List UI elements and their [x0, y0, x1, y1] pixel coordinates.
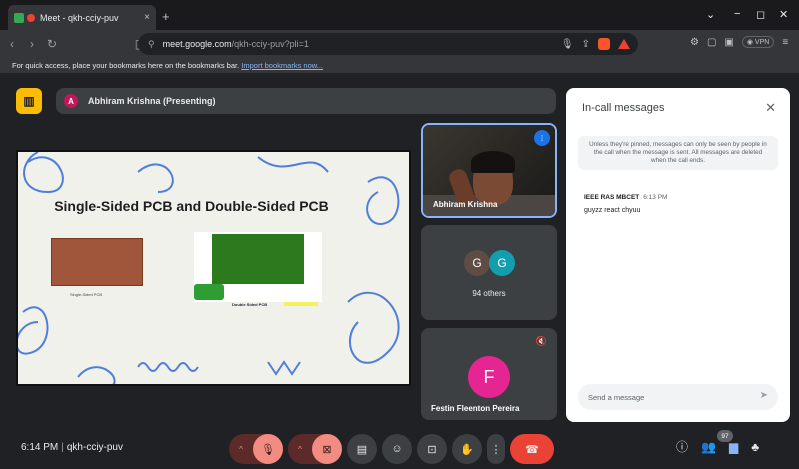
reload-icon[interactable]: ↻	[44, 37, 60, 51]
captions-icon: ▤	[356, 443, 368, 456]
speaker-tile[interactable]: ⁞ Abhiram Krishna	[421, 123, 557, 218]
mic-indicator-icon[interactable]: 🎙	[561, 39, 574, 50]
camera-off-icon[interactable]: ⊠	[312, 434, 342, 464]
mic-off-icon[interactable]: 🎙	[253, 434, 283, 464]
emoji-button[interactable]: ☺	[382, 434, 412, 464]
chat-title: In-call messages	[582, 102, 665, 114]
highlight-mark	[284, 302, 318, 306]
speaking-indicator-icon: ⁞	[534, 130, 550, 146]
emoji-icon: ☺	[391, 443, 403, 455]
separator: |	[61, 442, 64, 453]
meet-favicon-icon	[14, 12, 24, 23]
new-tab-button[interactable]: +	[162, 9, 170, 24]
building-icon: ▥	[23, 94, 35, 108]
more-options-button[interactable]: ⋮	[487, 434, 505, 464]
address-bar[interactable]: ⚲ meet.google.com /qkh-cciy-puv?pli=1 🎙 …	[138, 33, 638, 55]
present-button[interactable]: ⊡	[417, 434, 447, 464]
bookmarks-hint: For quick access, place your bookmarks h…	[12, 61, 240, 70]
vpn-button[interactable]: ◉ VPN	[741, 36, 775, 48]
chat-notice: Unless they're pinned, messages can only…	[578, 136, 778, 170]
meeting-toolbar: 6:14 PM | qkh-cciy-puv ^ 🎙 ^ ⊠ ▤ ☺ ⊡ ✋ ⋮ ☎…	[0, 430, 799, 469]
present-icon: ⊡	[427, 443, 437, 456]
double-sided-caption: Double Sided PCB	[232, 302, 268, 307]
avatar: G	[489, 250, 515, 276]
speaker-name: Abhiram Krishna	[433, 200, 498, 209]
site-settings-icon[interactable]: ⚲	[148, 39, 155, 50]
meeting-info: 6:14 PM | qkh-cciy-puv	[21, 442, 123, 453]
share-icon[interactable]: ⇪	[582, 39, 590, 50]
more-vert-icon: ⋮	[490, 443, 502, 456]
chevron-up-icon[interactable]: ^	[229, 434, 253, 464]
raise-hand-button[interactable]: ✋	[452, 434, 482, 464]
browser-chrome: Meet - qkh-cciy-puv × + ⌄ − ◻ ✕ ‹ › ↻ ▯ …	[0, 0, 799, 74]
leave-call-button[interactable]: ☎	[510, 434, 554, 464]
message-placeholder: Send a message	[588, 392, 645, 402]
window-close-button[interactable]: ✕	[779, 8, 788, 21]
message-input[interactable]: Send a message ➤	[578, 384, 778, 410]
menu-icon[interactable]: ≡	[782, 37, 788, 48]
chat-icon[interactable]: ▆	[729, 440, 738, 454]
extensions-icon[interactable]: ⚙	[690, 37, 699, 48]
avatar: G	[464, 250, 490, 276]
single-sided-caption: Single-Sided PCB	[70, 292, 103, 297]
brave-shields-icon[interactable]	[598, 38, 610, 50]
meeting-code: qkh-cciy-puv	[66, 442, 123, 453]
bookmarks-bar: For quick access, place your bookmarks h…	[0, 58, 799, 74]
minimize-button[interactable]: −	[734, 8, 740, 20]
message-text: guyzz react chyuu	[584, 207, 641, 214]
clock-time: 6:14 PM	[21, 442, 59, 453]
single-sided-pcb-image	[51, 238, 143, 286]
people-count-badge: 97	[717, 430, 733, 442]
message-time: 6:13 PM	[643, 194, 668, 201]
phone-hangup-icon: ☎	[525, 443, 539, 456]
presenter-label: Abhiram Krishna (Presenting)	[88, 96, 216, 106]
chevron-down-icon[interactable]: ⌄	[706, 8, 715, 21]
presenter-bar: A Abhiram Krishna (Presenting)	[56, 88, 556, 114]
slide-title: Single-Sided PCB and Double-Sided PCB	[54, 198, 329, 214]
send-icon[interactable]: ➤	[760, 390, 768, 401]
wallet-icon[interactable]: ▣	[724, 37, 733, 48]
brave-rewards-icon[interactable]	[618, 39, 630, 49]
hand-icon: ✋	[460, 443, 474, 456]
meeting-details-button[interactable]: ▥	[16, 88, 42, 114]
tab-title: Meet - qkh-cciy-puv	[40, 12, 119, 23]
presenter-avatar: A	[64, 94, 78, 108]
recording-dot-icon	[27, 13, 35, 22]
close-icon[interactable]: ✕	[765, 100, 776, 116]
forward-icon[interactable]: ›	[24, 37, 40, 51]
maximize-button[interactable]: ◻	[756, 8, 765, 21]
url-path: /qkh-cciy-puv?pli=1	[231, 39, 309, 49]
presentation-slide: Single-Sided PCB and Double-Sided PCB Si…	[16, 150, 411, 386]
camera-control[interactable]: ^ ⊠	[288, 434, 342, 464]
info-icon[interactable]: ⓘ	[676, 438, 688, 455]
browser-tab[interactable]: Meet - qkh-cciy-puv ×	[8, 5, 156, 30]
import-bookmarks-link[interactable]: Import bookmarks now...	[241, 61, 323, 70]
url-host: meet.google.com	[162, 39, 232, 49]
chat-panel: In-call messages ✕ Unless they're pinned…	[566, 88, 790, 422]
others-count: 94 others	[472, 289, 506, 298]
sidebar-icon[interactable]: ▢	[707, 37, 716, 48]
chevron-up-icon[interactable]: ^	[288, 434, 312, 464]
avatar: F	[468, 356, 510, 398]
mic-off-icon: 🔇	[535, 336, 547, 346]
activities-icon[interactable]: ♣	[751, 440, 759, 454]
tab-bar: Meet - qkh-cciy-puv × + ⌄ − ◻ ✕	[0, 0, 799, 30]
captions-button[interactable]: ▤	[347, 434, 377, 464]
others-tile[interactable]: G G 94 others	[421, 225, 557, 320]
back-icon[interactable]: ‹	[4, 37, 20, 51]
message-sender: IEEE RAS MBCET 6:13 PM	[584, 194, 668, 201]
participant-tile[interactable]: 🔇 F Festin Fleenton Pereira	[421, 328, 557, 420]
participant-name: Festin Fleenton Pereira	[431, 404, 520, 413]
tab-close-icon[interactable]: ×	[144, 12, 150, 23]
double-sided-pcb-image	[194, 232, 322, 302]
people-icon[interactable]: 👥	[701, 440, 716, 454]
mic-control[interactable]: ^ 🎙	[229, 434, 283, 464]
